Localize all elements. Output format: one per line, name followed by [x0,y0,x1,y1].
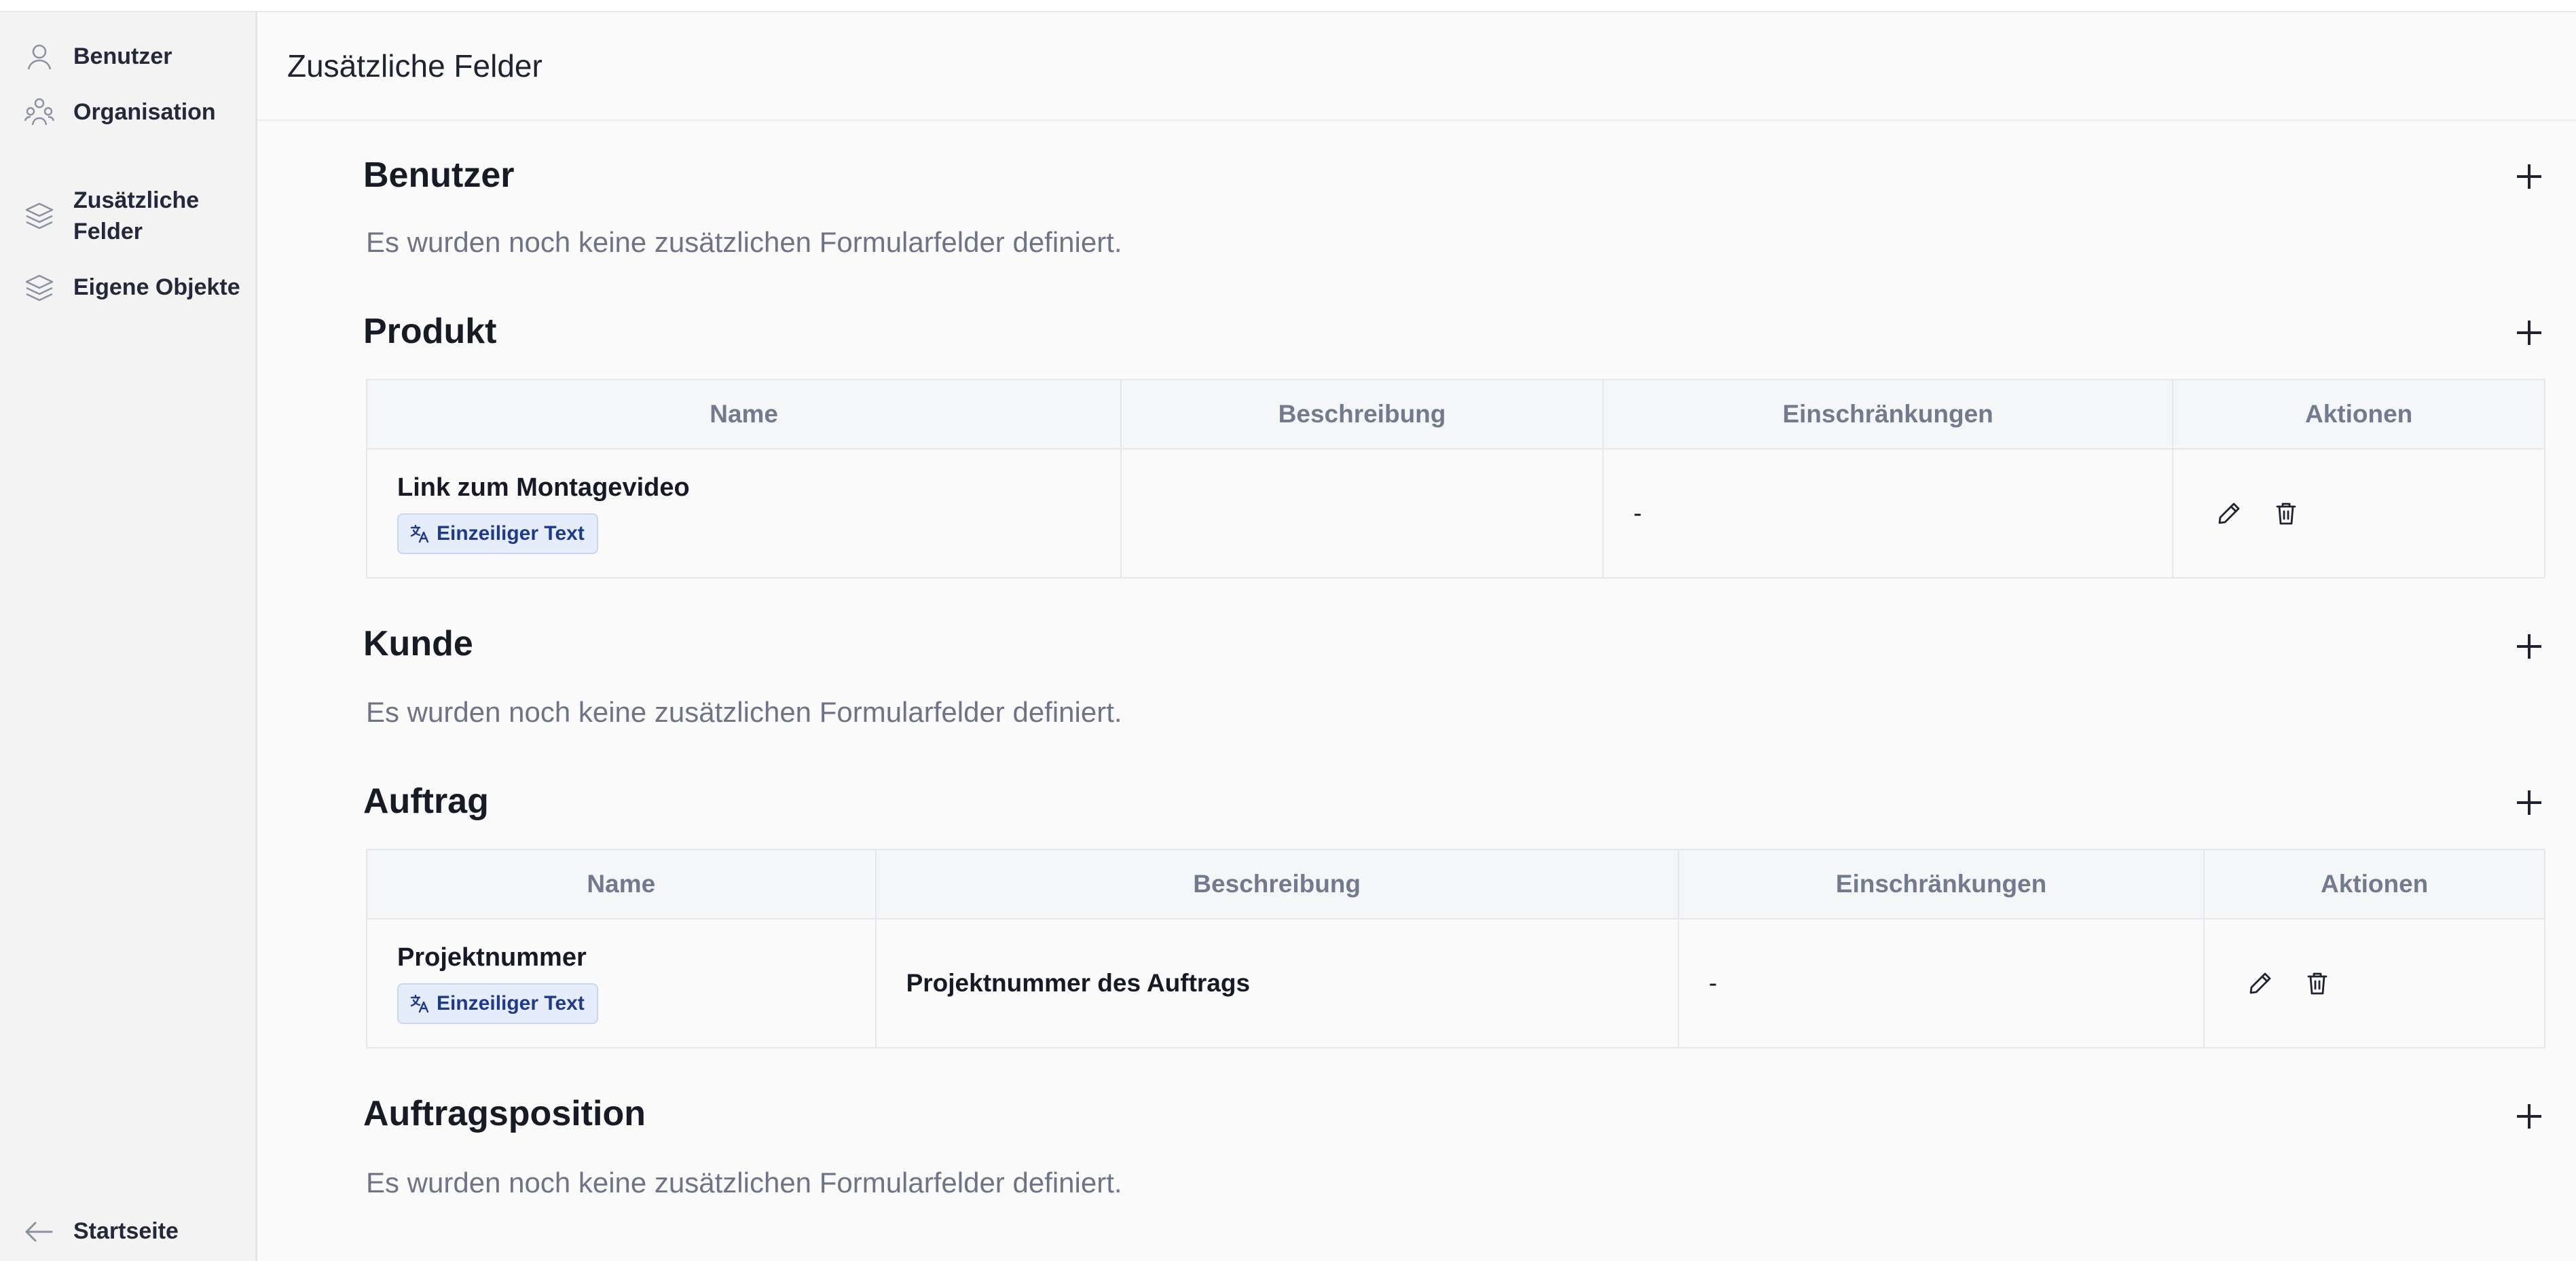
add-field-produkt-button[interactable] [2516,319,2543,346]
column-header-actions: Aktionen [2203,849,2545,919]
field-type-label: Einzeiliger Text [437,522,585,545]
column-header-name: Name [366,849,877,919]
table-row: Projektnummer Einzeiliger Text Projektnu… [366,918,2545,1048]
column-header-constraints: Einschränkungen [1602,379,2174,450]
sidebar-back-link[interactable]: Startseite [0,1213,255,1251]
cell-name: Link zum Montagevideo Einzeiliger Text [365,448,1122,579]
field-type-badge: Einzeiliger Text [397,983,598,1024]
sidebar-item-zusaetzliche-felder[interactable]: Zusätzliche Felder [0,185,255,253]
page-title: Zusätzliche Felder [287,48,542,84]
add-field-benutzer-button[interactable] [2516,163,2543,190]
field-name: Link zum Montagevideo [397,473,690,502]
column-header-constraints: Einschränkungen [1677,849,2205,919]
edit-pencil-icon[interactable] [2247,970,2274,997]
add-field-auftragsposition-button[interactable] [2516,1103,2543,1130]
delete-trash-icon[interactable] [2273,500,2300,527]
cell-description: Projektnummer des Auftrags [875,918,1679,1048]
user-icon [27,44,52,70]
table-row: Link zum Montagevideo Einzeiliger Text - [365,448,2545,579]
empty-state-benutzer: Es wurden noch keine zusätzlichen Formul… [366,226,1122,258]
cell-constraints: - [1602,448,2174,579]
translate-icon [410,994,429,1012]
fields-table-auftrag: Name Beschreibung Einschränkungen Aktion… [366,849,2545,1048]
section-title-auftrag: Auftrag [363,782,489,821]
field-type-label: Einzeiliger Text [437,991,585,1015]
section-title-kunde: Kunde [363,624,473,663]
layers-icon [25,202,54,230]
organization-icon [24,98,55,126]
column-header-name: Name [365,379,1122,450]
empty-state-auftragsposition: Es wurden noch keine zusätzlichen Formul… [366,1167,1122,1199]
cell-name: Projektnummer Einzeiliger Text [366,918,877,1048]
section-title-produkt: Produkt [363,312,497,351]
cell-constraints: - [1677,918,2205,1048]
title-divider [257,120,2576,121]
sidebar-item-label: Organisation [73,99,216,125]
edit-pencil-icon[interactable] [2215,500,2243,527]
cell-description [1120,448,1604,579]
table-header-row: Name Beschreibung Einschränkungen Aktion… [365,379,2545,450]
cell-actions [2203,918,2545,1048]
layers-icon [25,274,54,301]
delete-trash-icon[interactable] [2304,970,2331,997]
sidebar-item-label: Benutzer [73,43,172,69]
sidebar-item-organisation[interactable]: Organisation [0,95,255,133]
cell-actions [2172,448,2545,579]
table-header-row: Name Beschreibung Einschränkungen Aktion… [366,849,2545,919]
sidebar-item-label: Zusätzliche Felder [73,187,200,244]
top-bar [0,0,2576,12]
column-header-description: Beschreibung [1120,379,1604,450]
sidebar-item-eigene-objekte[interactable]: Eigene Objekte [0,270,255,308]
arrow-left-icon [25,1222,53,1242]
column-header-actions: Aktionen [2172,379,2545,450]
sidebar-item-benutzer[interactable]: Benutzer [0,39,255,77]
main-content: Zusätzliche Felder Benutzer Es wurden no… [257,12,2576,1261]
fields-table-produkt: Name Beschreibung Einschränkungen Aktion… [365,379,2545,579]
field-name: Projektnummer [397,943,587,972]
field-type-badge: Einzeiliger Text [397,513,598,554]
section-title-benutzer: Benutzer [363,156,515,195]
sidebar-item-label: Eigene Objekte [73,274,240,300]
add-field-kunde-button[interactable] [2516,633,2543,660]
empty-state-kunde: Es wurden noch keine zusätzlichen Formul… [366,696,1122,728]
sidebar-back-label: Startseite [73,1218,179,1244]
column-header-description: Beschreibung [875,849,1679,919]
section-title-auftragsposition: Auftragsposition [363,1094,646,1133]
add-field-auftrag-button[interactable] [2516,789,2543,816]
sidebar: Benutzer Organisation Zusätzliche Felder… [0,12,257,1261]
translate-icon [410,524,429,543]
